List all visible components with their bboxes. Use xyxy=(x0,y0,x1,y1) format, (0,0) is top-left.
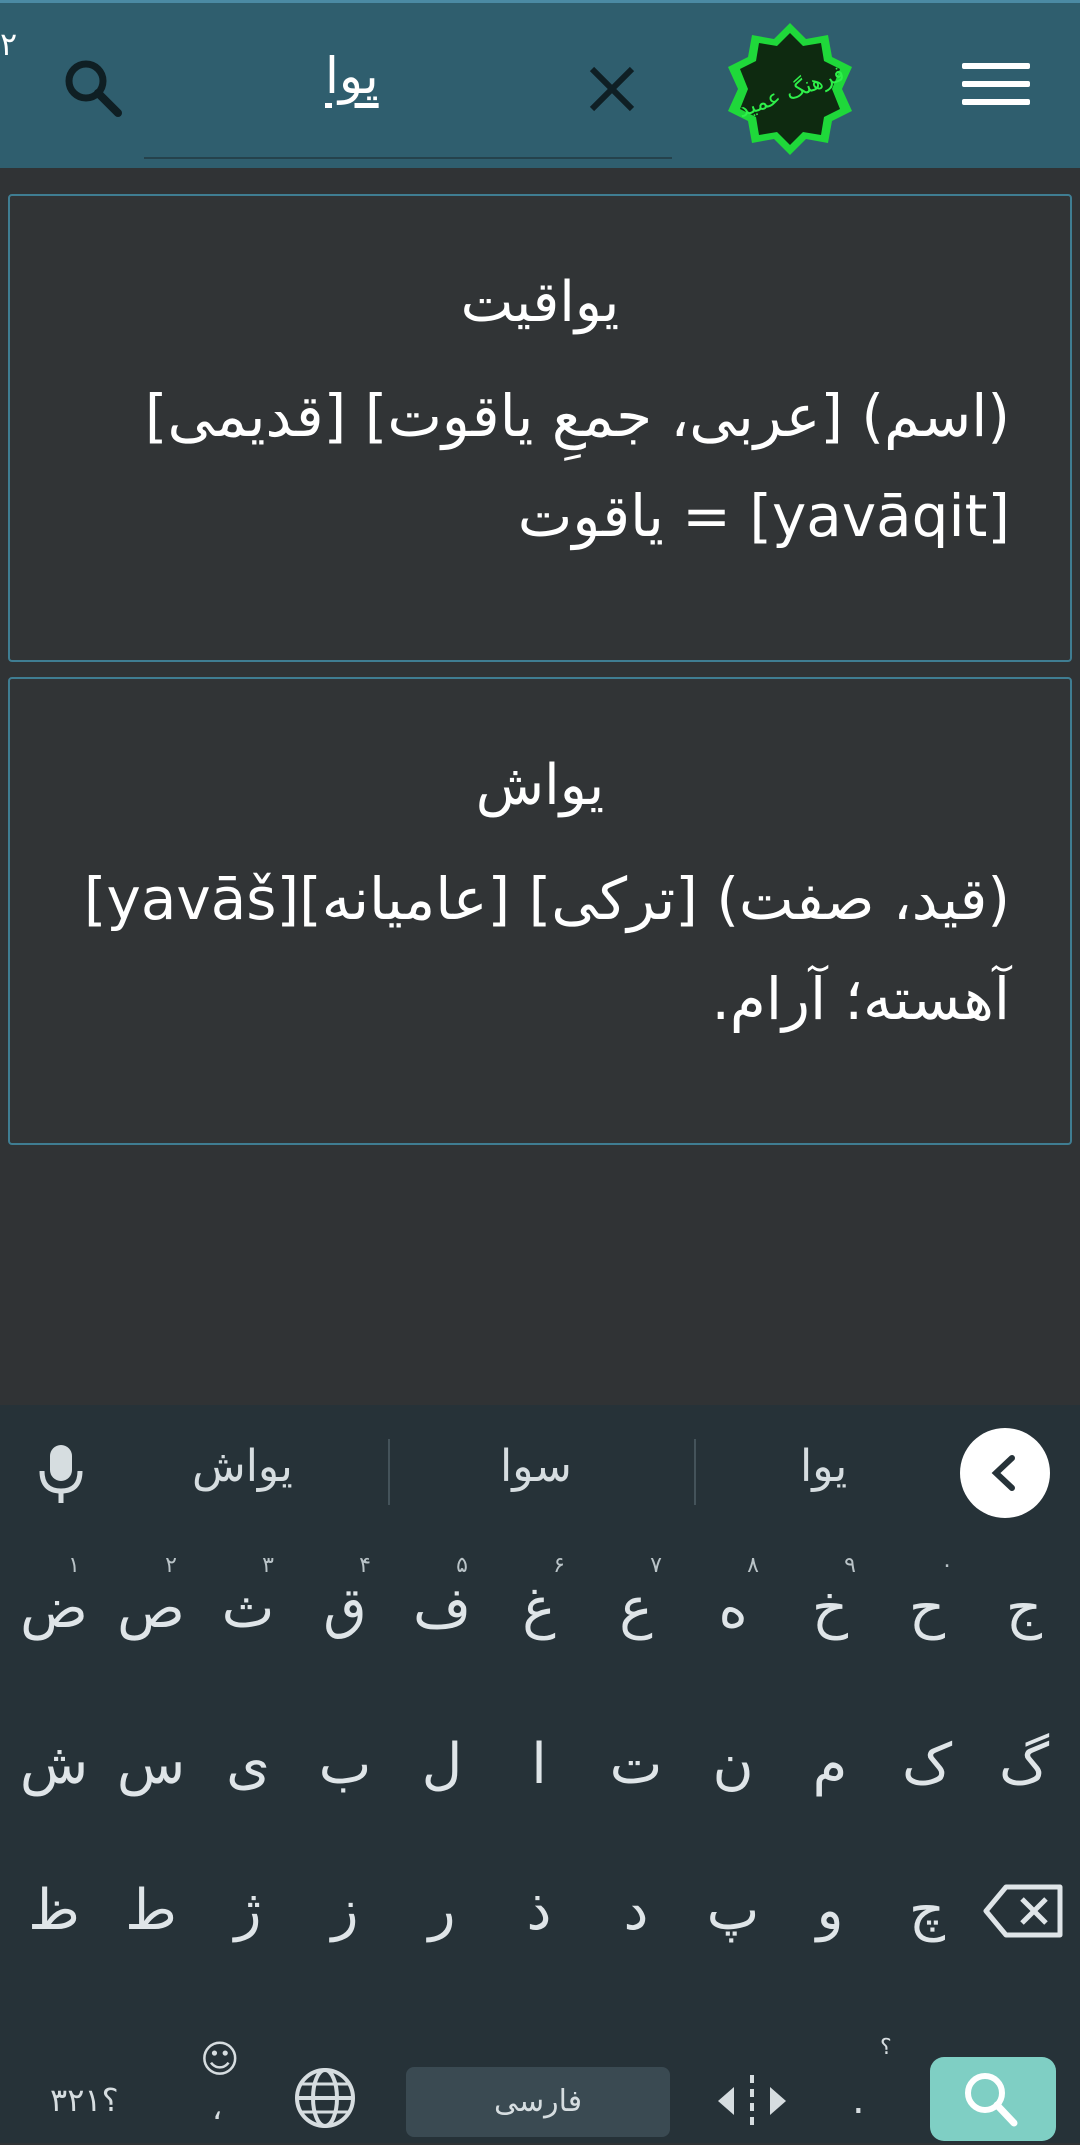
key[interactable]: ل xyxy=(394,1705,490,1825)
close-icon[interactable] xyxy=(584,61,640,117)
chevron-left-icon[interactable] xyxy=(960,1428,1050,1518)
search-query-text[interactable]: یوا xyxy=(325,47,379,105)
period-hint: ؟ xyxy=(880,2035,892,2060)
key[interactable]: د xyxy=(588,1851,684,1971)
key[interactable]: خ۹ xyxy=(782,1549,878,1669)
key[interactable]: م xyxy=(782,1705,878,1825)
key[interactable]: چ xyxy=(879,1851,975,1971)
backspace-icon[interactable] xyxy=(976,1851,1072,1971)
app-logo: فرهنگ عمید xyxy=(722,21,858,157)
key[interactable]: ی xyxy=(200,1705,296,1825)
microphone-icon[interactable] xyxy=(36,1443,86,1505)
suggestion-divider xyxy=(388,1439,390,1505)
key[interactable]: ف۵ xyxy=(394,1549,490,1669)
app-bar: ۲ یوا فرهنگ عمید xyxy=(0,0,1080,168)
definition-line: (اسم) [عربی، جمعِ یاقوت] [قدیمی] xyxy=(144,382,1010,450)
space-key[interactable]: فارسی xyxy=(406,2067,670,2137)
key[interactable]: ض۱ xyxy=(6,1549,102,1669)
key[interactable]: ش xyxy=(6,1705,102,1825)
globe-icon[interactable] xyxy=(292,2065,358,2139)
entry-title: یواقیت xyxy=(460,270,620,335)
definition-line: آهسته؛ آرام. xyxy=(711,965,1011,1033)
entry-definition: (قید، صفت) [ترکی] [عامیانه][yavāš] آهسته… xyxy=(10,849,1070,1049)
result-card[interactable]: یواش (قید، صفت) [ترکی] [عامیانه][yavāš] … xyxy=(8,677,1072,1145)
key[interactable]: ص۲ xyxy=(103,1549,199,1669)
definition-line: [yavāqit] = یاقوت xyxy=(517,482,1010,550)
key[interactable]: ن xyxy=(685,1705,781,1825)
key[interactable]: س xyxy=(103,1705,199,1825)
suggestion-divider xyxy=(694,1439,696,1505)
suggestion-item[interactable]: یواش xyxy=(192,1441,293,1492)
suggestion-item[interactable]: سوا xyxy=(500,1441,572,1492)
symbols-key[interactable]: ؟۳۲۱ xyxy=(50,2081,119,2119)
key[interactable]: ذ xyxy=(491,1851,587,1971)
entry-title: یواش xyxy=(475,753,605,818)
corner-number: ۲ xyxy=(0,25,18,63)
key[interactable]: ب xyxy=(297,1705,393,1825)
key[interactable]: ک xyxy=(879,1705,975,1825)
search-icon[interactable] xyxy=(58,53,128,123)
key[interactable]: غ۶ xyxy=(491,1549,587,1669)
key[interactable]: ا xyxy=(491,1705,587,1825)
key[interactable]: ه۸ xyxy=(685,1549,781,1669)
emoji-icon[interactable]: ☺ xyxy=(200,2037,240,2081)
comma-key[interactable]: ، xyxy=(212,2089,222,2127)
menu-icon[interactable] xyxy=(962,63,1030,113)
key[interactable]: گ xyxy=(976,1705,1072,1825)
key[interactable]: و xyxy=(782,1851,878,1971)
key[interactable]: ق۴ xyxy=(297,1549,393,1669)
entry-definition: (اسم) [عربی، جمعِ یاقوت] [قدیمی] [yavāqi… xyxy=(10,366,1070,566)
key-area: ض۱ ص۲ ث۳ ق۴ ف۵ غ۶ ع۷ ه۸ خ۹ ح۰ ج ش س ی ب … xyxy=(0,1537,1080,2143)
key[interactable]: ر xyxy=(394,1851,490,1971)
suggestion-item[interactable]: یوا xyxy=(800,1441,847,1492)
key[interactable]: ث۳ xyxy=(200,1549,296,1669)
key[interactable]: ح۰ xyxy=(879,1549,975,1669)
cursor-move-icon[interactable] xyxy=(712,2071,792,2139)
period-key[interactable]: . xyxy=(852,2077,865,2123)
key[interactable]: ع۷ xyxy=(588,1549,684,1669)
soft-keyboard: یواش سوا یوا ض۱ ص۲ ث۳ ق۴ ف۵ غ۶ ع۷ ه۸ خ۹ … xyxy=(0,1405,1080,2143)
key[interactable]: ت xyxy=(588,1705,684,1825)
key[interactable]: ج xyxy=(976,1549,1072,1669)
result-card[interactable]: یواقیت (اسم) [عربی، جمعِ یاقوت] [قدیمی] … xyxy=(8,194,1072,662)
key[interactable]: پ xyxy=(685,1851,781,1971)
search-action-key[interactable] xyxy=(930,2057,1056,2141)
key[interactable]: ز xyxy=(297,1851,393,1971)
suggestion-bar: یواش سوا یوا xyxy=(0,1405,1080,1537)
key[interactable]: ط xyxy=(103,1851,199,1971)
key[interactable]: ظ xyxy=(6,1851,102,1971)
definition-line: (قید، صفت) [ترکی] [عامیانه][yavāš] xyxy=(83,865,1010,933)
key[interactable]: ژ xyxy=(200,1851,296,1971)
